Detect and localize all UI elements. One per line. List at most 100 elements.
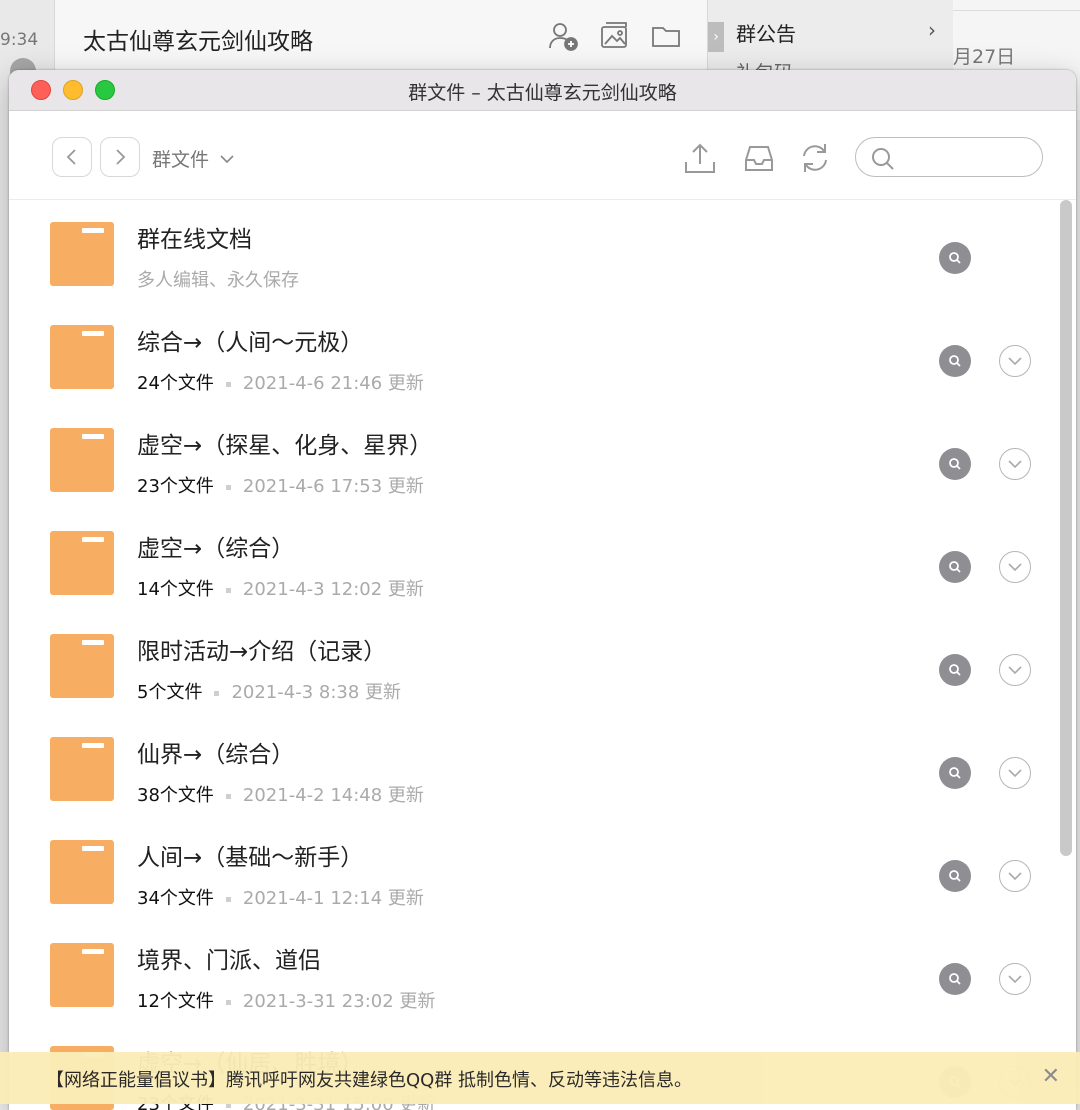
file-name: 人间→（基础～新手） [137,845,364,871]
folder-icon [50,325,114,389]
file-count: 34个文件 [137,888,214,909]
file-meta: 24个文件 2021-4-6 21:46 更新 [137,369,424,395]
preview-button[interactable] [939,345,971,377]
chevron-down-icon [1008,666,1022,675]
list-item[interactable]: 仙界→（综合） 38个文件 2021-4-2 14:48 更新 [9,715,1059,818]
preview-button[interactable] [939,654,971,686]
file-updated: 2021-4-1 12:14 更新 [242,888,424,909]
scrollbar[interactable] [1060,200,1072,856]
file-count: 12个文件 [137,991,214,1012]
chevron-down-icon [1008,460,1022,469]
file-meta: 5个文件 2021-4-3 8:38 更新 [137,678,401,704]
list-item[interactable]: 虚空→（综合） 14个文件 2021-4-3 12:02 更新 [9,509,1059,612]
banner-text: 【网络正能量倡议书】腾讯呼吁网友共建绿色QQ群 抵制色情、反动等违法信息。 [46,1070,693,1091]
file-count: 23个文件 [137,476,214,497]
list-item[interactable]: 虚空→（探星、化身、星界） 23个文件 2021-4-6 17:53 更新 [9,406,1059,509]
folder-icon [50,840,114,904]
folder-icon [50,737,114,801]
file-updated: 2021-4-3 8:38 更新 [231,682,402,703]
folder-icon [50,943,114,1007]
divider [953,10,1080,11]
list-item[interactable]: 综合→（人间～元极） 24个文件 2021-4-6 21:46 更新 [9,303,1059,406]
search-box[interactable] [855,137,1043,177]
file-count: 38个文件 [137,785,214,806]
download-button[interactable] [999,963,1031,995]
preview-button[interactable] [939,551,971,583]
add-member-icon[interactable] [547,20,579,52]
breadcrumb-label: 群文件 [152,149,210,171]
back-button[interactable] [52,137,92,177]
expand-icon[interactable]: › [708,22,724,52]
preview-button[interactable] [939,448,971,480]
file-list: 群在线文档 多人编辑、永久保存 综合→（人间～元极） 24个文件 2021-4-6… [9,200,1076,1110]
magnifier-icon [949,973,961,985]
file-count: 24个文件 [137,373,214,394]
chat-title: 太古仙尊玄元剑仙攻略 [83,29,313,55]
refresh-icon [803,144,827,172]
refresh-button[interactable] [796,139,834,177]
magnifier-icon [949,561,961,573]
file-meta: 多人编辑、永久保存 [137,270,299,291]
file-count: 14个文件 [137,579,214,600]
title-bar[interactable]: 群文件 – 太古仙尊玄元剑仙攻略 [9,70,1076,111]
chevron-down-icon [1008,975,1022,984]
download-button[interactable] [999,860,1031,892]
file-meta: 34个文件 2021-4-1 12:14 更新 [137,884,424,910]
close-icon[interactable]: ✕ [1042,1064,1060,1089]
folder-icon [50,531,114,595]
chevron-left-icon [66,149,76,165]
file-name: 虚空→（综合） [137,536,295,562]
download-button[interactable] [999,654,1031,686]
preview-button[interactable] [939,860,971,892]
chevron-down-icon [1008,563,1022,572]
chevron-down-icon [1008,357,1022,366]
download-button[interactable] [999,345,1031,377]
magnifier-icon [949,870,961,882]
file-meta: 14个文件 2021-4-3 12:02 更新 [137,575,424,601]
magnifier-icon [949,252,961,264]
search-icon [872,148,894,170]
file-name: 虚空→（探星、化身、星界） [137,433,433,459]
preview-button[interactable] [939,757,971,789]
file-updated: 2021-3-31 23:02 更新 [242,991,436,1012]
list-item[interactable]: 群在线文档 多人编辑、永久保存 [9,200,1059,303]
window-title: 群文件 – 太古仙尊玄元剑仙攻略 [408,82,677,104]
date-label: 月27日 [953,46,1016,68]
file-name: 限时活动→介绍（记录） [137,639,387,665]
list-item[interactable]: 人间→（基础～新手） 34个文件 2021-4-1 12:14 更新 [9,818,1059,921]
conversation-time: 9:34 [0,30,39,50]
chevron-right-icon[interactable]: › [928,18,936,42]
notice-banner: 【网络正能量倡议书】腾讯呼吁网友共建绿色QQ群 抵制色情、反动等违法信息。 ✕ [0,1052,1080,1104]
folder-icon [50,428,114,492]
inbox-icon [745,146,773,171]
chevron-right-icon [116,149,126,165]
inbox-button[interactable] [740,139,778,177]
file-updated: 2021-4-6 21:46 更新 [242,373,424,394]
magnifier-icon [949,355,961,367]
forward-button[interactable] [100,137,140,177]
download-button[interactable] [999,448,1031,480]
chevron-down-icon [220,154,234,163]
file-updated: 2021-4-3 12:02 更新 [242,579,424,600]
preview-button[interactable] [939,963,971,995]
file-name: 群在线文档 [137,227,252,253]
file-meta: 38个文件 2021-4-2 14:48 更新 [137,781,424,807]
download-button[interactable] [999,757,1031,789]
preview-button[interactable] [939,242,971,274]
folder-icon [50,222,114,286]
folder-icon[interactable] [650,20,682,52]
toolbar: 群文件 [9,111,1076,200]
breadcrumb[interactable]: 群文件 [152,145,235,172]
download-button[interactable] [999,551,1031,583]
list-item[interactable]: 境界、门派、道侣 12个文件 2021-3-31 23:02 更新 [9,921,1059,1024]
album-icon[interactable] [598,20,630,52]
upload-icon [685,143,715,173]
file-updated: 2021-4-6 17:53 更新 [242,476,424,497]
file-updated: 2021-4-2 14:48 更新 [242,785,424,806]
list-item[interactable]: 限时活动→介绍（记录） 5个文件 2021-4-3 8:38 更新 [9,612,1059,715]
file-meta: 23个文件 2021-4-6 17:53 更新 [137,472,424,498]
upload-button[interactable] [681,139,719,177]
file-name: 仙界→（综合） [137,742,295,768]
search-input[interactable] [902,144,1036,172]
notice-title[interactable]: 群公告 [736,18,796,47]
